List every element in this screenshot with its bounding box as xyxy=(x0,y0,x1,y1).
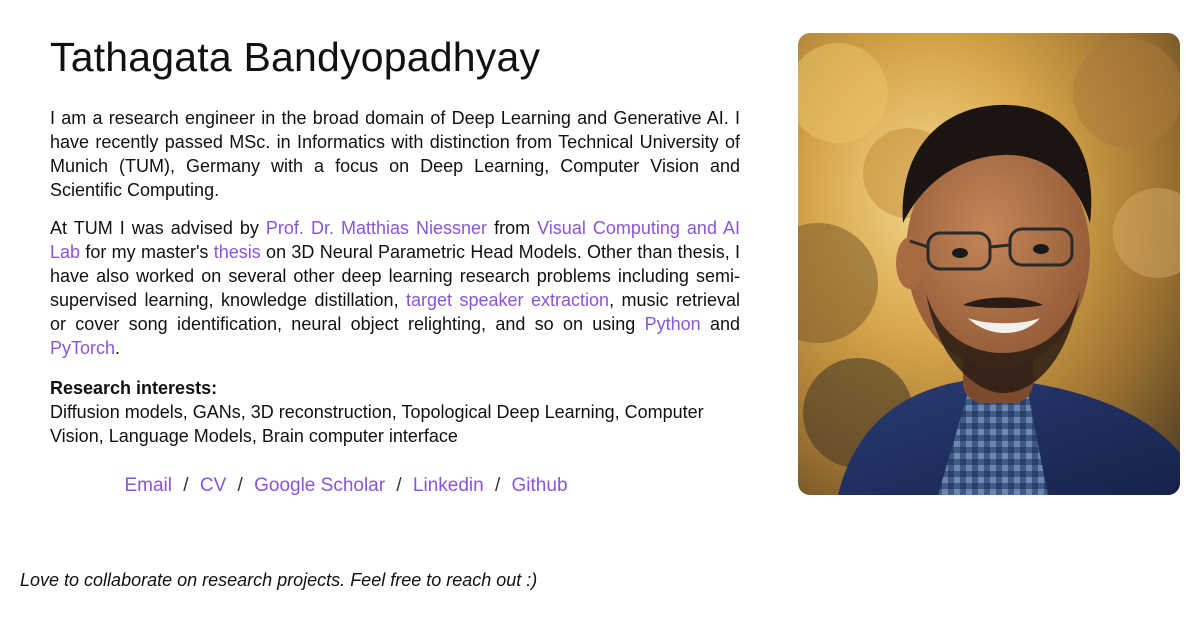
thesis-link[interactable]: thesis xyxy=(214,242,261,262)
bio-text: At TUM I was advised by xyxy=(50,218,266,238)
cv-link[interactable]: CV xyxy=(200,475,226,496)
link-separator: / xyxy=(494,475,501,496)
link-separator: / xyxy=(396,475,402,496)
contact-links: Email / CV / Google Scholar / Linkedin /… xyxy=(50,474,642,498)
research-interests: Research interests: Diffusion models, GA… xyxy=(50,376,740,448)
research-interests-text: Diffusion models, GANs, 3D reconstructio… xyxy=(50,402,704,446)
bio-text: for my master's xyxy=(80,242,214,262)
link-separator: / xyxy=(237,475,243,496)
bio-paragraph-2: At TUM I was advised by Prof. Dr. Matthi… xyxy=(50,216,740,360)
link-separator: / xyxy=(183,475,189,496)
closing-message: Love to collaborate on research projects… xyxy=(20,570,538,590)
target-speaker-extraction-link[interactable]: target speaker extraction xyxy=(406,290,609,310)
pytorch-link[interactable]: PyTorch xyxy=(50,338,115,358)
page-title: Tathagata Bandyopadhyay xyxy=(50,34,541,80)
bio-paragraph-1: I am a research engineer in the broad do… xyxy=(50,108,740,200)
bio-text: . xyxy=(115,338,121,358)
profile-photo xyxy=(798,33,1180,495)
email-link[interactable]: Email xyxy=(124,475,172,496)
main-content: Tathagata Bandyopadhyay I am a research … xyxy=(50,30,740,498)
bio-text: from xyxy=(487,218,538,238)
google-scholar-link[interactable]: Google Scholar xyxy=(254,475,385,496)
bio-text: and xyxy=(700,314,740,334)
advisor-link[interactable]: Prof. Dr. Matthias Niessner xyxy=(266,218,487,238)
github-link[interactable]: Github xyxy=(512,475,568,496)
python-link[interactable]: Python xyxy=(645,314,701,334)
research-interests-label: Research interests: xyxy=(50,378,218,398)
linkedin-link[interactable]: Linkedin xyxy=(413,475,484,496)
portrait-photo-icon xyxy=(798,33,1180,495)
